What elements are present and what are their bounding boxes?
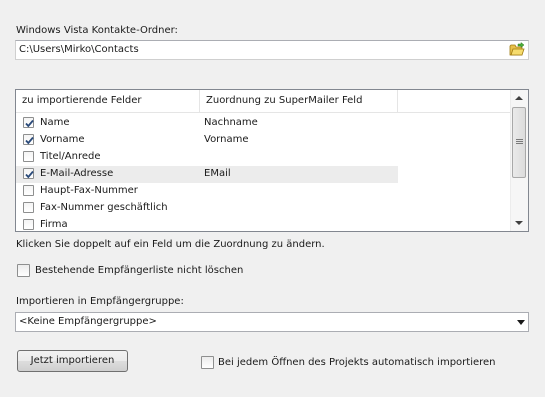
auto-import-checkbox[interactable] bbox=[201, 356, 214, 369]
field-checkbox[interactable] bbox=[23, 168, 34, 179]
folder-path-text: C:\Users\Mirko\Contacts bbox=[19, 44, 139, 55]
field-checkbox[interactable] bbox=[23, 219, 34, 230]
field-mapping: Vorname bbox=[204, 134, 249, 145]
scroll-down-arrow-icon[interactable] bbox=[515, 221, 523, 225]
chevron-down-icon[interactable] bbox=[517, 320, 525, 325]
field-name: Name bbox=[40, 117, 70, 128]
list-item[interactable]: Fax-Nummer geschäftlich bbox=[16, 200, 398, 217]
folder-path-field[interactable]: C:\Users\Mirko\Contacts bbox=[15, 40, 529, 60]
list-item[interactable]: Haupt-Fax-Nummer bbox=[16, 183, 398, 200]
column-header-fields[interactable]: zu importierende Felder bbox=[16, 90, 200, 112]
import-now-button[interactable]: Jetzt importieren bbox=[17, 350, 128, 372]
field-checkbox[interactable] bbox=[23, 134, 34, 145]
column-header-mapping[interactable]: Zuordnung zu SuperMailer Feld bbox=[200, 90, 398, 112]
field-name: Haupt-Fax-Nummer bbox=[40, 185, 138, 196]
keep-list-label[interactable]: Bestehende Empfängerliste nicht löschen bbox=[35, 265, 243, 276]
scroll-thumb[interactable] bbox=[512, 107, 526, 178]
field-name: E-Mail-Adresse bbox=[40, 168, 114, 179]
scroll-up-arrow-icon[interactable] bbox=[515, 96, 523, 100]
list-header: zu importierende Felder Zuordnung zu Sup… bbox=[16, 90, 512, 113]
field-checkbox[interactable] bbox=[23, 185, 34, 196]
group-select-value: <Keine Empfängergruppe> bbox=[19, 316, 157, 327]
field-checkbox[interactable] bbox=[23, 151, 34, 162]
folder-open-icon[interactable] bbox=[509, 41, 525, 58]
field-name: Titel/Anrede bbox=[40, 151, 101, 162]
list-item[interactable]: Titel/Anrede bbox=[16, 149, 398, 166]
field-name: Vorname bbox=[40, 134, 85, 145]
auto-import-label[interactable]: Bei jedem Öffnen des Projekts automatisc… bbox=[218, 357, 496, 368]
list-item[interactable]: E-Mail-Adresse EMail bbox=[16, 166, 398, 183]
field-name: Firma bbox=[40, 219, 68, 230]
folder-label: Windows Vista Kontakte-Ordner: bbox=[16, 25, 178, 36]
list-item[interactable]: Firma bbox=[16, 217, 398, 231]
field-name: Fax-Nummer geschäftlich bbox=[40, 202, 168, 213]
list-item[interactable]: Name Nachname bbox=[16, 115, 398, 132]
field-checkbox[interactable] bbox=[23, 202, 34, 213]
list-item[interactable]: Vorname Vorname bbox=[16, 132, 398, 149]
group-select[interactable]: <Keine Empfängergruppe> bbox=[15, 312, 529, 332]
fields-list[interactable]: zu importierende Felder Zuordnung zu Sup… bbox=[15, 89, 529, 232]
field-checkbox[interactable] bbox=[23, 117, 34, 128]
field-mapping: EMail bbox=[204, 168, 231, 179]
group-label: Importieren in Empfängergruppe: bbox=[16, 296, 184, 307]
vertical-scrollbar[interactable] bbox=[510, 90, 528, 231]
field-mapping: Nachname bbox=[204, 117, 258, 128]
hint-text: Klicken Sie doppelt auf ein Feld um die … bbox=[16, 239, 325, 250]
keep-list-checkbox[interactable] bbox=[17, 264, 30, 277]
